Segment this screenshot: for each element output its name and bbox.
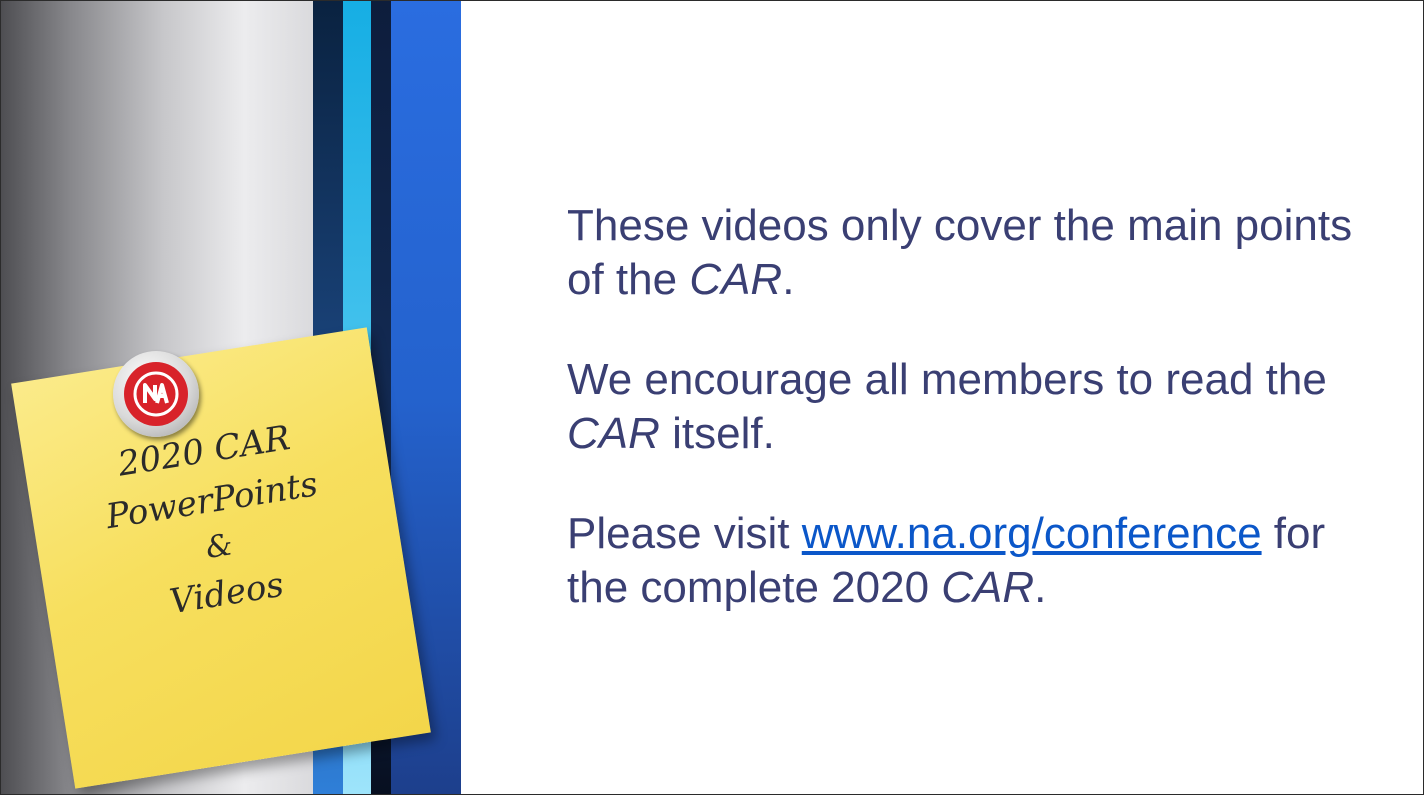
slide: 2020 CAR PowerPoints & Videos These vide… [0,0,1424,795]
na-logo-pin-icon [113,351,199,437]
paragraph-main-points: These videos only cover the main points … [567,201,1353,304]
paragraph-visit: Please visit www.na.org/conference for t… [567,509,1326,612]
conference-link[interactable]: www.na.org/conference [802,509,1262,558]
slide-content: These videos only cover the main points … [567,199,1367,661]
paragraph-encourage: We encourage all members to read the CAR… [567,355,1327,458]
sticky-note: 2020 CAR PowerPoints & Videos [11,327,431,789]
na-logo [124,362,188,426]
na-logo-mark-icon [133,371,179,417]
sticky-note-text: 2020 CAR PowerPoints & Videos [22,398,408,646]
